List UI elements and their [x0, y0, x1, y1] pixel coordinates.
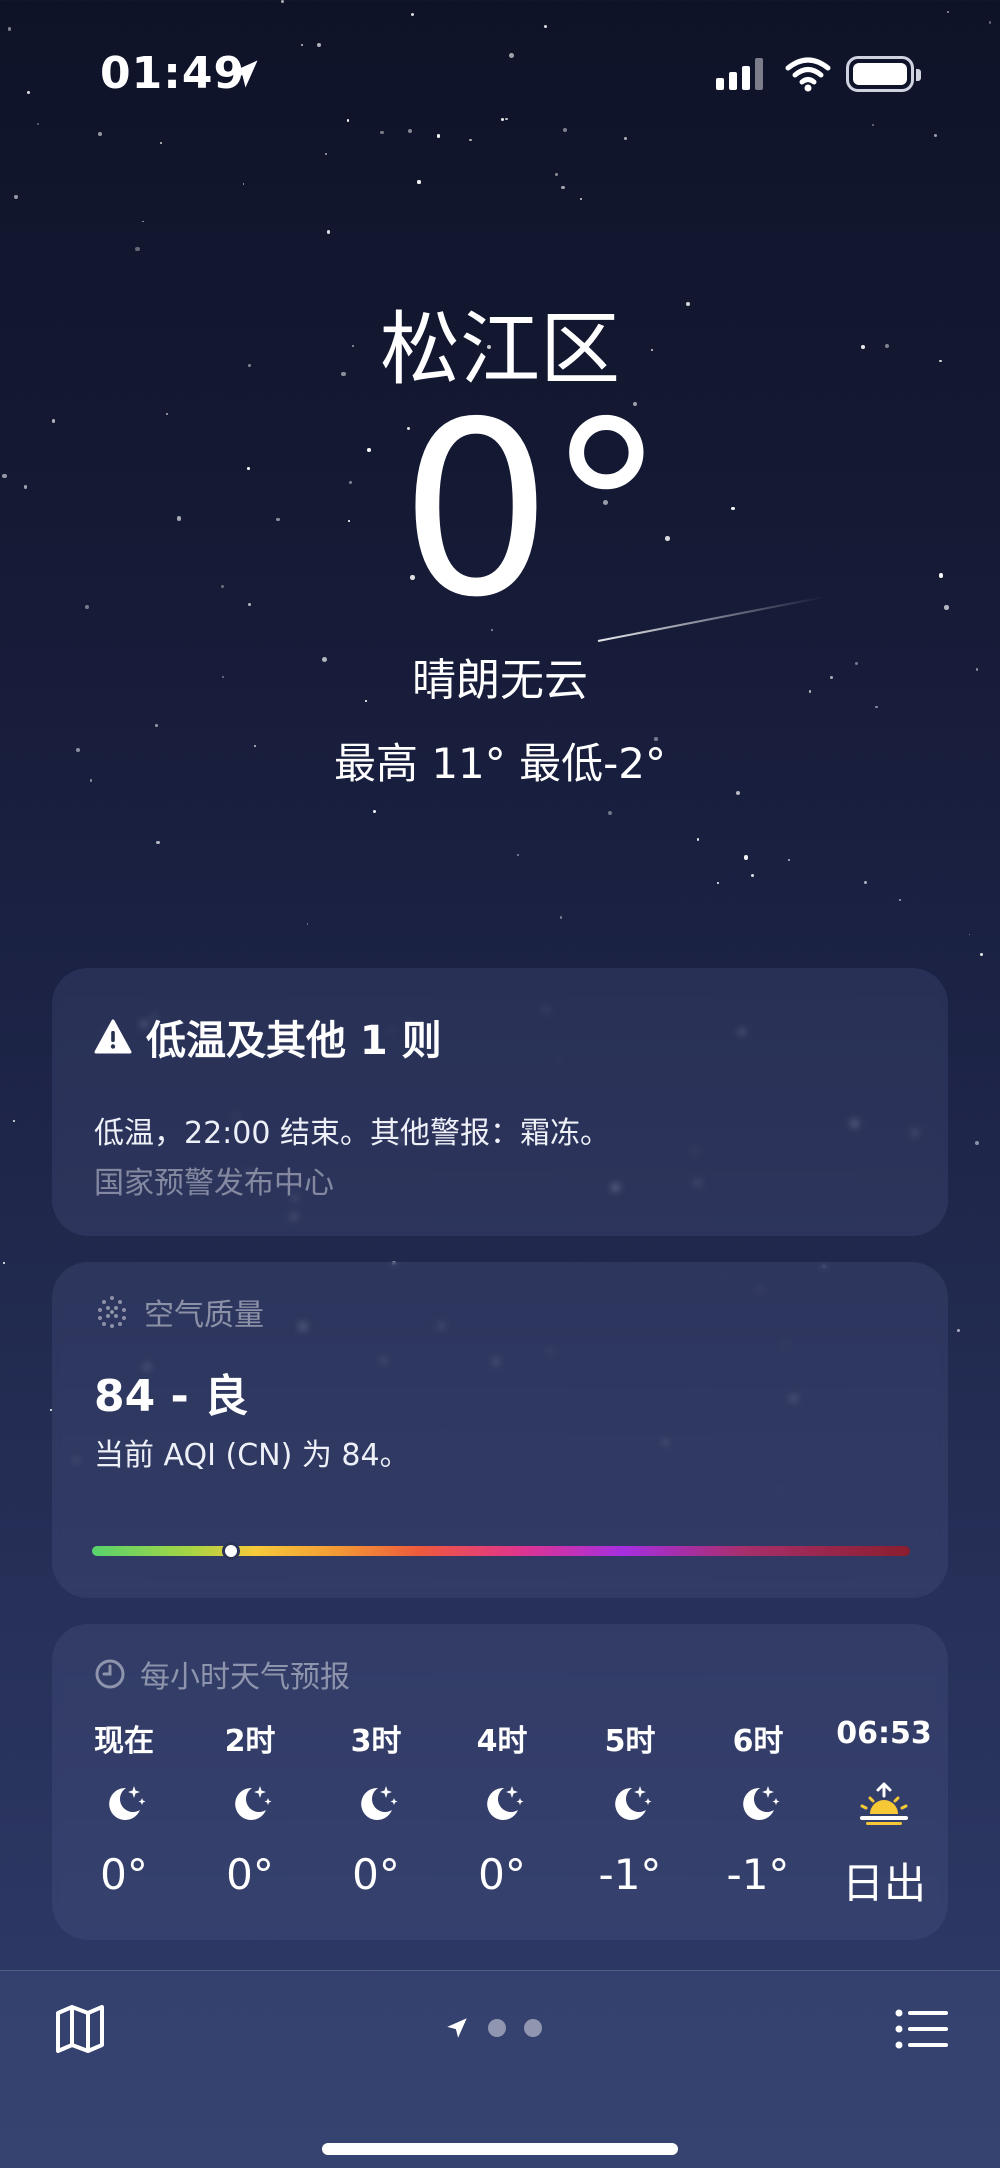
aqi-indicator [222, 1542, 241, 1560]
hour-temperature: 0° [352, 1850, 400, 1899]
hour-label: 06:53 [836, 1716, 932, 1751]
bottom-toolbar [0, 1970, 1000, 2168]
alert-title-text: 低温及其他 1 则 [146, 1018, 442, 1064]
air-quality-header: 空气质量 [94, 1290, 264, 1334]
city-list-icon[interactable] [894, 2007, 950, 2051]
alert-source: 国家预警发布中心 [94, 1166, 334, 1201]
air-quality-card[interactable]: 空气质量 84 - 良 当前 AQI (CN) 为 84。 [52, 1262, 948, 1598]
degree-symbol: ° [546, 370, 666, 650]
hourly-item: 4时 0° [447, 1716, 557, 1899]
cellular-signal-icon [716, 58, 763, 90]
air-quality-icon [98, 1296, 126, 1328]
hourly-item: 3时 0° [321, 1716, 431, 1899]
status-time: 01:49 [100, 48, 246, 99]
aqi-scale-bar [92, 1542, 910, 1560]
page-indicator[interactable] [444, 2015, 542, 2041]
hourly-header: 每小时天气预报 [94, 1652, 350, 1696]
sunrise-icon [856, 1780, 912, 1828]
moon-stars-icon [734, 1780, 782, 1828]
alert-title: 低温及其他 1 则 [94, 1008, 442, 1066]
hourly-item: 5时 -1° [575, 1716, 685, 1899]
air-quality-header-text: 空气质量 [144, 1298, 264, 1333]
current-temperature: 0° [30, 390, 1000, 630]
current-weather: 松江区 0° 晴朗无云 最高 11° 最低-2° [0, 310, 1000, 791]
hour-label: 现在 [94, 1724, 154, 1759]
hour-temperature: 0° [478, 1850, 526, 1899]
hour-label: 6时 [732, 1724, 784, 1759]
location-arrow-icon [230, 60, 258, 88]
moon-stars-icon [226, 1780, 274, 1828]
home-indicator[interactable] [322, 2143, 678, 2155]
map-icon[interactable] [52, 2001, 108, 2057]
alert-text: 低温，22:00 结束。其他警报：霜冻。 [94, 1116, 610, 1151]
hour-temperature: 日出 [841, 1859, 926, 1908]
hour-label: 4时 [476, 1724, 528, 1759]
hour-temperature: 0° [100, 1850, 148, 1899]
moon-stars-icon [352, 1780, 400, 1828]
wifi-icon [785, 57, 831, 92]
hourly-list[interactable]: 现在 0° 2时 0° 3时 0° 4时 0° 5时 -1° 6时 -1° 06:53 日出 [52, 1716, 948, 1926]
warning-triangle-icon [94, 1019, 132, 1054]
moon-stars-icon [478, 1780, 526, 1828]
weather-alert-card[interactable]: 低温及其他 1 则 低温，22:00 结束。其他警报：霜冻。 国家预警发布中心 [52, 968, 948, 1236]
hourly-item: 现在 0° [69, 1716, 179, 1899]
weather-condition: 晴朗无云 [412, 655, 588, 706]
hourly-item: 2时 0° [195, 1716, 305, 1899]
hour-temperature: 0° [226, 1850, 274, 1899]
hourly-forecast-card[interactable]: 每小时天气预报 现在 0° 2时 0° 3时 0° 4时 0° 5时 -1° 6时 -1° 06:53 日… [52, 1624, 948, 1940]
hourly-item: 6时 -1° [703, 1716, 813, 1899]
hourly-item: 06:53 日出 [829, 1716, 939, 1911]
moon-stars-icon [606, 1780, 654, 1828]
hour-label: 3时 [350, 1724, 402, 1759]
hour-temperature: -1° [726, 1850, 790, 1899]
hour-label: 2时 [224, 1724, 276, 1759]
moon-stars-icon [100, 1780, 148, 1828]
current-location-page-icon [447, 2018, 467, 2038]
hour-label: 5时 [604, 1724, 656, 1759]
clock-icon [95, 1659, 125, 1689]
aqi-value: 84 - 良 [94, 1371, 249, 1422]
page-dot[interactable] [524, 2019, 542, 2037]
page-dot[interactable] [488, 2019, 506, 2037]
hourly-header-text: 每小时天气预报 [140, 1660, 350, 1695]
battery-icon [846, 56, 921, 92]
high-low: 最高 11° 最低-2° [333, 739, 667, 788]
status-bar: 01:49 [0, 0, 1000, 150]
aqi-description: 当前 AQI (CN) 为 84。 [94, 1438, 410, 1473]
temperature-value: 0 [399, 370, 553, 650]
hour-temperature: -1° [598, 1850, 662, 1899]
